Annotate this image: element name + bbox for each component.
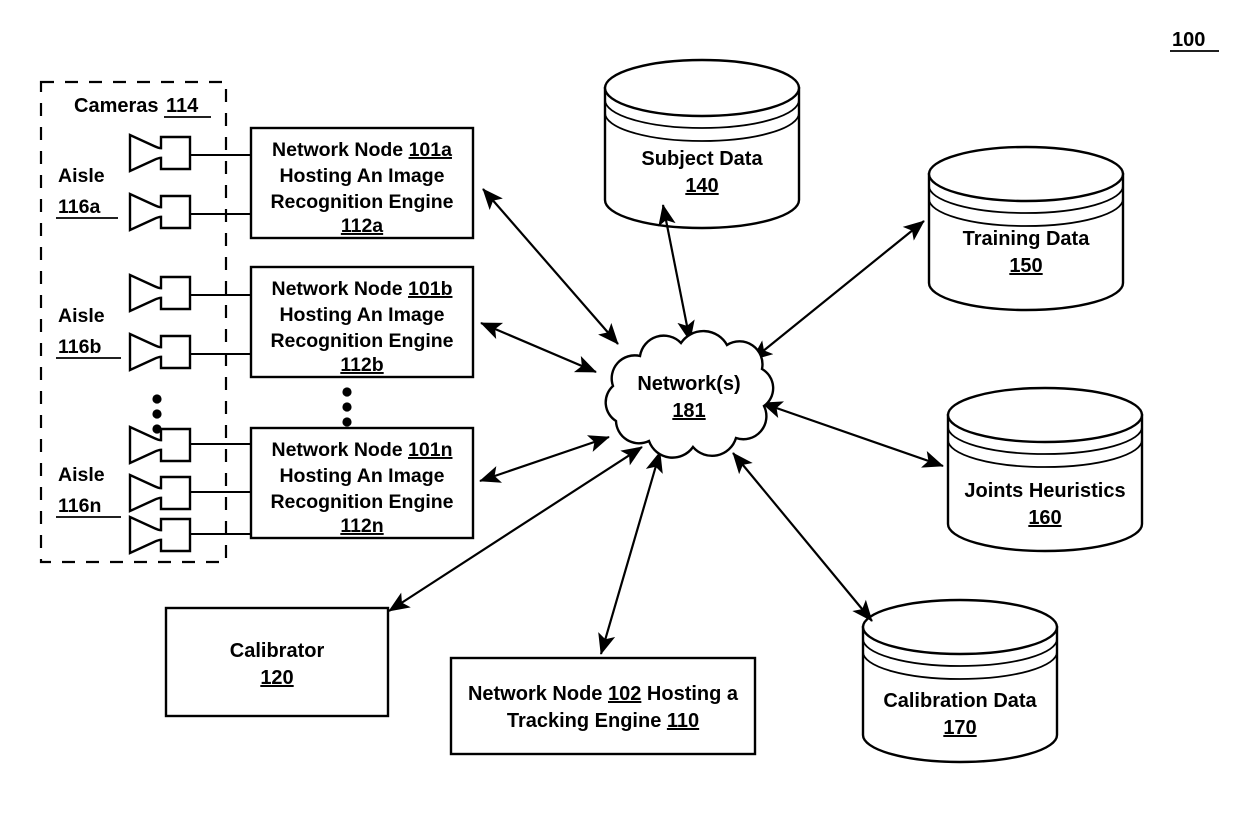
figure-reference-number: 100 [1170, 29, 1219, 52]
training-data-ref: 150 [1009, 255, 1042, 277]
tracking-node-line2-prefix: Tracking Engine [507, 710, 667, 732]
camera-icon [128, 133, 192, 173]
cameras-vertical-ellipsis-icon [152, 394, 162, 434]
database-joints-heuristics[interactable]: Joints Heuristics 160 [946, 386, 1144, 553]
node-101b-line1-ref: 101b [408, 278, 453, 300]
node-101n-line1-prefix: Network Node [272, 439, 409, 461]
arrow-tracking-network [598, 451, 663, 655]
svg-text:Network Node 101a: Network Node 101a [272, 139, 452, 161]
network-node-101b-box[interactable]: Network Node 101b Hosting An Image Recog… [249, 265, 475, 379]
camera-icon [128, 425, 192, 465]
tracking-node-line1-ref: 102 [608, 683, 641, 705]
aisle-116n-ref: 116n [58, 495, 101, 517]
node-101b-line4-ref: 112b [340, 354, 383, 376]
node-101n-line2: Hosting An Image [279, 465, 444, 487]
tracking-node-line2-ref: 110 [667, 710, 699, 732]
node-101a-line1-ref: 101a [409, 139, 453, 161]
svg-text:Network Node 101b: Network Node 101b [272, 278, 453, 300]
database-calibration-data[interactable]: Calibration Data 170 [861, 598, 1059, 764]
node-101n-line4-ref: 112n [340, 515, 383, 537]
subject-data-ref: 140 [685, 175, 718, 197]
patent-figure-diagram: 100 Cameras 114 Aisle 116a Aisle 116b Ai… [0, 0, 1240, 816]
node-101n-line1-ref: 101n [408, 439, 452, 461]
svg-text:Network Node 102 Hosting a: Network Node 102 Hosting a [468, 683, 739, 705]
aisle-116a-block: Aisle 116a [56, 133, 250, 232]
tracking-engine-node-box[interactable]: Network Node 102 Hosting a Tracking Engi… [449, 656, 757, 756]
aisle-116n-block: Aisle 116n [56, 425, 250, 555]
aisle-116b-label: Aisle [58, 305, 105, 327]
node-101a-line4-ref: 112a [341, 215, 383, 237]
arrow-node101b-network [480, 321, 597, 374]
aisle-116b-block: Aisle 116b [56, 273, 250, 372]
aisle-116n-label: Aisle [58, 464, 105, 486]
joints-heuristics-label: Joints Heuristics [964, 480, 1125, 502]
arrow-node101n-network [479, 435, 610, 483]
arrow-trainingdata-network [751, 220, 925, 361]
calibrator-box[interactable]: Calibrator 120 [164, 606, 390, 718]
aisle-116a-label: Aisle [58, 165, 105, 187]
node-101n-line3: Recognition Engine [270, 491, 453, 513]
aisle-116a-ref: 116a [58, 196, 100, 218]
subject-data-label: Subject Data [641, 148, 763, 170]
cameras-group-ref: 114 [166, 95, 199, 117]
svg-text:Network Node 101n: Network Node 101n [272, 439, 453, 461]
tracking-node-line1-suffix: Hosting a [641, 683, 739, 705]
figure-ref-text: 100 [1172, 29, 1205, 51]
node-101a-line2: Hosting An Image [279, 165, 444, 187]
joints-heuristics-ref: 160 [1028, 507, 1061, 529]
node-101a-line3: Recognition Engine [270, 191, 453, 213]
network-cloud-label: Network(s) [637, 373, 740, 395]
aisle-116b-ref: 116b [58, 336, 101, 358]
network-cloud[interactable]: Network(s) 181 [604, 329, 775, 459]
arrow-jointsheuristics-network [761, 401, 944, 468]
camera-icon [128, 515, 192, 555]
node-101b-line2: Hosting An Image [279, 304, 444, 326]
node-101a-line1-prefix: Network Node [272, 139, 409, 161]
tracking-node-line1-prefix: Network Node [468, 683, 608, 705]
training-data-label: Training Data [963, 228, 1091, 250]
node-101b-line1-prefix: Network Node [272, 278, 409, 300]
network-cloud-ref: 181 [672, 400, 705, 422]
cameras-group-title: Cameras [74, 95, 159, 117]
database-training-data[interactable]: Training Data 150 [927, 145, 1125, 312]
calibrator-label: Calibrator [230, 640, 325, 662]
camera-icon [128, 273, 192, 313]
camera-icon [128, 473, 192, 513]
calibration-data-label: Calibration Data [883, 690, 1037, 712]
calibrator-ref: 120 [260, 667, 293, 689]
database-subject-data[interactable]: Subject Data 140 [603, 58, 801, 230]
svg-text:Tracking Engine 110: Tracking Engine 110 [507, 710, 699, 732]
calibration-data-ref: 170 [943, 717, 976, 739]
camera-icon [128, 192, 192, 232]
nodes-vertical-ellipsis-icon [342, 387, 352, 427]
camera-icon [128, 332, 192, 372]
arrow-calibrationdata-network [732, 452, 873, 622]
network-node-101n-box[interactable]: Network Node 101n Hosting An Image Recog… [249, 426, 475, 540]
network-node-101a-box[interactable]: Network Node 101a Hosting An Image Recog… [249, 126, 475, 240]
arrow-node101a-network [482, 188, 619, 345]
node-101b-line3: Recognition Engine [270, 330, 453, 352]
